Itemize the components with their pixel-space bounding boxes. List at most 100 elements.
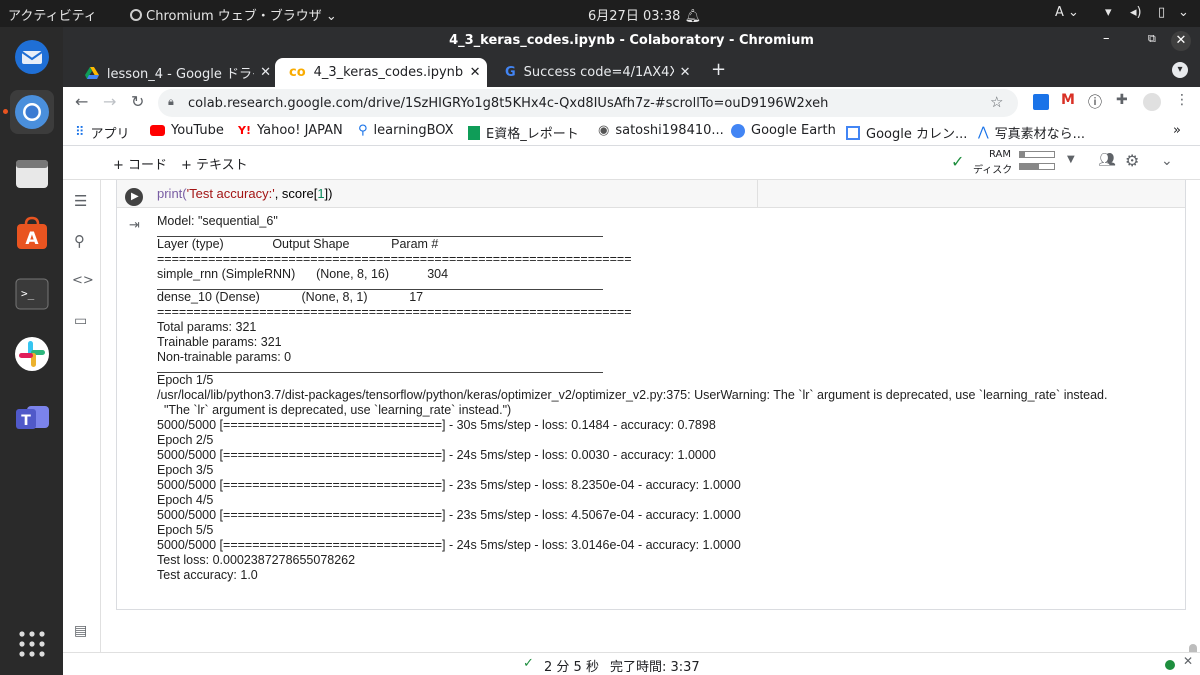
bookmark-apps[interactable]: ⠿ アプリ <box>75 123 130 142</box>
notebook-area: ▶ print('Test accuracy:', score[1]) ⇥ Mo… <box>101 180 1200 666</box>
volume-icon[interactable]: ◂) <box>1130 5 1142 20</box>
activities-button[interactable]: アクティビティ <box>8 5 97 24</box>
bookmark-yahoo[interactable]: Y! Yahoo! JAPAN <box>238 123 343 138</box>
clock-label: 6月27日 03:38 <box>588 9 681 24</box>
system-menu-chevron-icon[interactable]: ⌄ <box>1178 5 1189 20</box>
output-model-line: Model: "sequential_6" <box>157 214 278 228</box>
battery-icon[interactable]: ▯ <box>1158 5 1165 20</box>
add-text-button[interactable]: + テキスト <box>181 154 248 173</box>
settings-gear-icon[interactable]: ⚙ <box>1125 151 1139 170</box>
output-nontrainable-params: Non-trainable params: 0 <box>157 350 292 364</box>
wifi-icon[interactable]: ▾ <box>1105 5 1112 20</box>
output-layer-row: simple_rnn (SimpleRNN) (None, 8, 16) 304 <box>157 267 449 281</box>
back-button[interactable]: ← <box>75 92 88 111</box>
dock: A >_ T <box>0 27 63 675</box>
table-of-contents-icon[interactable]: ☰ <box>74 192 87 210</box>
share-users-icon[interactable]: 👥︎ <box>1098 152 1116 168</box>
command-palette-icon[interactable]: ▤ <box>74 623 87 639</box>
output-warning: "The `lr` argument is deprecated, use `l… <box>157 403 512 417</box>
code-index: 1 <box>317 186 325 201</box>
close-tab-icon[interactable]: ✕ <box>680 65 691 80</box>
chromium-dock-icon[interactable] <box>10 90 54 134</box>
code-cell[interactable]: ▶ print('Test accuracy:', score[1]) ⇥ Mo… <box>116 180 1186 610</box>
bookmark-google-earth[interactable]: Google Earth <box>731 123 836 138</box>
bookmark-youtube[interactable]: YouTube <box>150 123 224 138</box>
show-applications-icon[interactable] <box>10 622 54 666</box>
output-epoch-result: 5000/5000 [=============================… <box>157 478 741 492</box>
tab-colab[interactable]: co 4_3_keras_codes.ipynb - C ✕ <box>275 58 487 87</box>
output-separator: ========================================… <box>157 252 632 266</box>
ram-meter <box>1019 151 1055 158</box>
collapse-header-icon[interactable]: ⌄ <box>1161 153 1173 169</box>
software-center-icon[interactable]: A <box>10 212 54 256</box>
output-clear-icon[interactable]: ⇥ <box>129 218 140 233</box>
kebab-menu-icon[interactable]: ⋮ <box>1175 92 1189 108</box>
input-method-label: A <box>1055 5 1064 20</box>
new-tab-button[interactable]: + <box>711 59 726 80</box>
close-status-icon[interactable]: ✕ <box>1183 654 1193 668</box>
gmail-icon[interactable]: M <box>1061 92 1075 108</box>
ram-label: RAM <box>989 149 1012 160</box>
reload-button[interactable]: ↻ <box>131 92 144 111</box>
learningbox-icon: ⚲ <box>358 123 368 138</box>
bookmark-label: Google Earth <box>751 123 836 138</box>
chromium-icon <box>130 9 142 21</box>
files-icon[interactable] <box>10 152 54 196</box>
bookmark-label: E資格_レポート <box>486 127 579 142</box>
add-code-button[interactable]: + コード <box>113 154 167 173</box>
output-epoch: Epoch 5/5 <box>157 523 214 537</box>
address-bar[interactable]: 🔒︎ colab.research.google.com/drive/1SzHI… <box>158 89 1018 117</box>
input-method-indicator[interactable]: A ⌄ <box>1055 5 1079 20</box>
bookmark-photo-material[interactable]: ⋀ 写真素材なら... <box>978 123 1085 142</box>
app-menu[interactable]: Chromium ウェブ・ブラウザ ⌄ <box>130 5 337 24</box>
forward-button[interactable]: → <box>103 92 116 111</box>
tab-success-code[interactable]: G Success code=4/1AX4XfW ✕ <box>491 58 701 87</box>
puzzle-extensions-icon[interactable]: ✚ <box>1116 92 1128 108</box>
info-icon[interactable]: ⓘ <box>1088 92 1102 112</box>
bookmark-star-icon[interactable]: ☆ <box>990 93 1003 111</box>
thunderbird-icon[interactable] <box>10 35 54 79</box>
output-epoch: Epoch 1/5 <box>157 373 214 387</box>
minimize-button[interactable]: – <box>1103 31 1110 46</box>
tab-label: 4_3_keras_codes.ipynb - C <box>313 65 464 80</box>
tab-search-button[interactable]: ▾ <box>1172 62 1188 78</box>
teams-icon[interactable]: T <box>10 395 54 439</box>
youtube-icon <box>150 125 165 136</box>
close-button[interactable]: ✕ <box>1171 31 1191 51</box>
cell-output: Model: "sequential_6" Layer (type) Output… <box>157 214 1177 583</box>
files-folder-icon[interactable]: ▭ <box>74 313 87 329</box>
output-trainable-params: Trainable params: 321 <box>157 335 282 349</box>
yahoo-icon: Y! <box>238 124 251 137</box>
bookmark-eshikaku[interactable]: E資格_レポート <box>468 123 579 142</box>
maximize-button[interactable]: ⧉ <box>1148 32 1156 46</box>
output-epoch-result: 5000/5000 [=============================… <box>157 418 716 432</box>
bookmark-label: Yahoo! JAPAN <box>256 123 343 138</box>
bookmark-label: アプリ <box>90 127 130 142</box>
bookmark-satoshi[interactable]: ◉ satoshi198410... <box>598 123 724 138</box>
terminal-icon[interactable]: >_ <box>10 272 54 316</box>
close-tab-icon[interactable]: ✕ <box>470 65 481 80</box>
execution-duration: 2 分 5 秒 <box>544 660 599 675</box>
more-bookmarks-button[interactable]: » <box>1173 123 1181 138</box>
extension-icon[interactable] <box>1033 94 1049 110</box>
tab-google-drive[interactable]: lesson_4 - Google ドライブ ✕ <box>71 58 271 87</box>
bookmark-learningbox[interactable]: ⚲ learningBOX <box>358 123 454 138</box>
apps-grid-icon: ⠿ <box>75 125 85 140</box>
run-cell-button[interactable]: ▶ <box>125 188 143 206</box>
code-end: ]) <box>324 186 333 201</box>
code-print: print( <box>157 186 187 201</box>
clock[interactable]: 6月27日 03:38 🔔︎ <box>588 5 701 24</box>
slack-icon[interactable] <box>10 332 54 376</box>
code-snippets-icon[interactable]: <> <box>72 273 94 288</box>
output-separator: ========================================… <box>157 305 632 319</box>
resource-monitor[interactable]: RAM ディスク <box>973 149 1063 176</box>
resource-dropdown-icon[interactable]: ▼ <box>1067 154 1075 165</box>
profile-avatar[interactable] <box>1143 93 1161 111</box>
close-tab-icon[interactable]: ✕ <box>260 65 271 80</box>
search-icon[interactable]: ⚲ <box>74 232 85 250</box>
tab-label: Success code=4/1AX4XfW <box>523 65 674 80</box>
google-drive-icon <box>85 66 99 79</box>
photo-material-icon: ⋀ <box>978 125 989 140</box>
code-editor[interactable]: ▶ print('Test accuracy:', score[1]) <box>117 180 1185 208</box>
bookmark-google-calendar[interactable]: Google カレン... <box>846 123 967 142</box>
